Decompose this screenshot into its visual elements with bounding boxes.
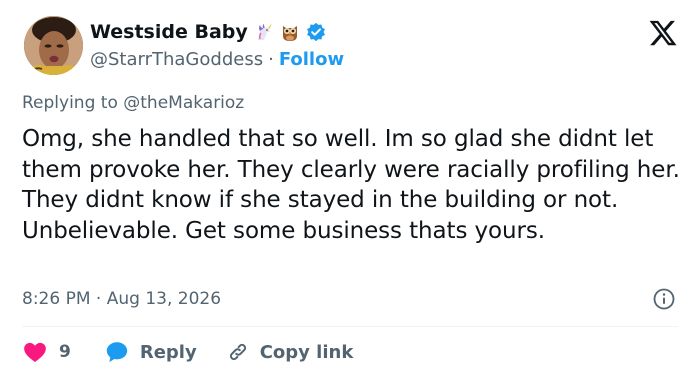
reply-context-prefix: Replying to: [22, 93, 118, 113]
avatar-image: [24, 16, 83, 75]
reply-mention-link[interactable]: @theMakarioz: [123, 93, 244, 113]
follow-button[interactable]: Follow: [279, 49, 344, 70]
heart-icon: [24, 342, 46, 362]
x-logo-icon[interactable]: [648, 18, 678, 48]
verified-badge-icon: [306, 22, 325, 42]
handle-separator: ·: [268, 48, 274, 70]
tweet-time: 8:26 PM: [22, 289, 91, 309]
author-display-name[interactable]: Westside Baby: [90, 21, 248, 43]
reply-context: Replying to @theMakarioz: [22, 93, 244, 113]
avatar[interactable]: [24, 16, 83, 75]
tweet-text: Omg, she handled that so well. Im so gla…: [22, 126, 680, 244]
author-handle[interactable]: @StarrThaGoddess: [90, 49, 263, 70]
action-bar: 9 Reply Copy link: [22, 337, 353, 367]
link-icon: [229, 343, 246, 361]
reply-bubble-icon: [106, 342, 128, 362]
meta-separator: ·: [95, 289, 102, 309]
like-count: 9: [59, 342, 71, 362]
reply-button[interactable]: Reply: [104, 339, 197, 365]
tweet-card: Westside Baby @StarrThaGoddess · Follow: [0, 0, 700, 379]
copy-link-label: Copy link: [259, 341, 354, 363]
tweet-timestamp[interactable]: 8:26 PM · Aug 13, 2026: [22, 289, 221, 309]
author-name-row: Westside Baby: [90, 20, 326, 44]
owl-icon: [282, 26, 297, 41]
reply-label: Reply: [139, 341, 197, 363]
unicorn-icon: [257, 23, 272, 40]
divider: [22, 326, 678, 327]
info-icon[interactable]: [652, 287, 676, 311]
author-handle-row: @StarrThaGoddess · Follow: [90, 48, 344, 70]
like-button[interactable]: 9: [22, 339, 71, 365]
tweet-date: Aug 13, 2026: [106, 289, 222, 309]
copy-link-button[interactable]: Copy link: [226, 340, 354, 364]
